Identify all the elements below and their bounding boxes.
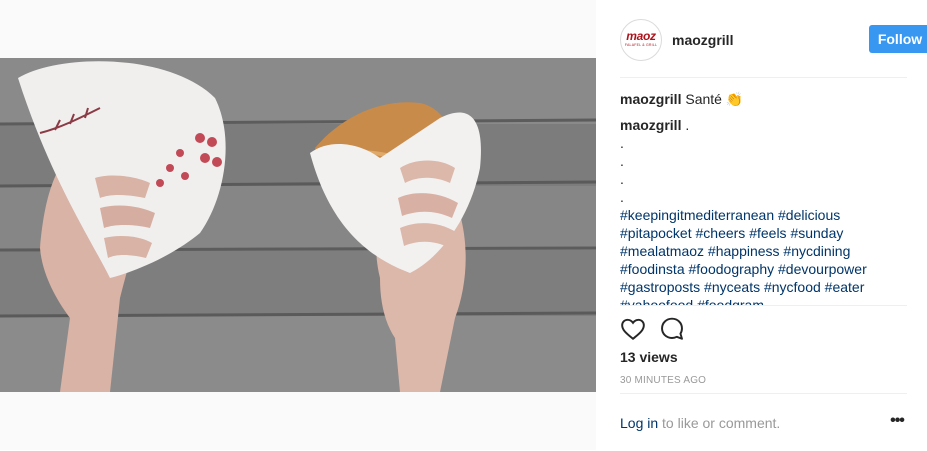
login-footer: Log in to like or comment. ••• — [620, 393, 907, 451]
hashtag-line-link[interactable]: #foodinsta #foodography #devourpower — [620, 261, 867, 277]
caption: maozgrill Santé 👏 — [620, 90, 907, 108]
login-prompt: Log in to like or comment. — [620, 415, 780, 431]
follow-button[interactable]: Follow — [869, 25, 927, 53]
post-header: maoz FALAFEL & GRILL maozgrill Follow — [620, 18, 927, 78]
caption-username-link[interactable]: maozgrill — [620, 91, 681, 107]
view-count[interactable]: 13 views — [620, 349, 678, 365]
comment-dot-line: . — [620, 171, 624, 187]
comment-dot-line: . — [620, 189, 624, 205]
post-video[interactable] — [0, 58, 596, 392]
comments-section: maozgrill Santé 👏 maozgrill . . . . . #k… — [620, 90, 907, 305]
video-frame — [0, 58, 596, 392]
avatar[interactable]: maoz FALAFEL & GRILL — [620, 19, 662, 61]
comment-icon[interactable] — [659, 316, 685, 342]
media-area — [0, 0, 596, 450]
action-bar — [620, 305, 907, 340]
hashtag-line-link[interactable]: #gastroposts #nyceats #nycfood #eater — [620, 279, 864, 295]
login-prompt-text: to like or comment. — [658, 415, 781, 431]
hashtag-line-link[interactable]: #pitapocket #cheers #feels #sunday — [620, 225, 843, 241]
comment-dot-line: . — [620, 135, 624, 151]
header-username-link[interactable]: maozgrill — [672, 32, 733, 48]
avatar-logo-text: maoz — [626, 29, 656, 43]
post-timestamp[interactable]: 30 MINUTES AGO — [620, 375, 706, 386]
heart-icon[interactable] — [620, 316, 646, 342]
avatar-logo-subtext: FALAFEL & GRILL — [624, 43, 658, 47]
login-link[interactable]: Log in — [620, 415, 658, 431]
post-sidebar: maoz FALAFEL & GRILL maozgrill Follow ma… — [596, 0, 927, 450]
hashtag-line-link[interactable]: #yahoofood #foodgram — [620, 297, 764, 305]
comment: maozgrill . . . . . #keepingitmediterran… — [620, 116, 907, 305]
comment-dot-line: . — [620, 153, 624, 169]
hashtag-line-link[interactable]: #mealatmaoz #happiness #nycdining — [620, 243, 850, 259]
comment-username-link[interactable]: maozgrill — [620, 117, 681, 133]
hashtags: #keepingitmediterranean #delicious #pita… — [620, 206, 907, 305]
caption-text: Santé 👏 — [685, 91, 744, 107]
instagram-post: maoz FALAFEL & GRILL maozgrill Follow ma… — [0, 0, 927, 450]
more-options-icon[interactable]: ••• — [887, 412, 907, 434]
comment-text: . — [685, 117, 690, 133]
hashtag-line-link[interactable]: #keepingitmediterranean #delicious — [620, 207, 840, 223]
